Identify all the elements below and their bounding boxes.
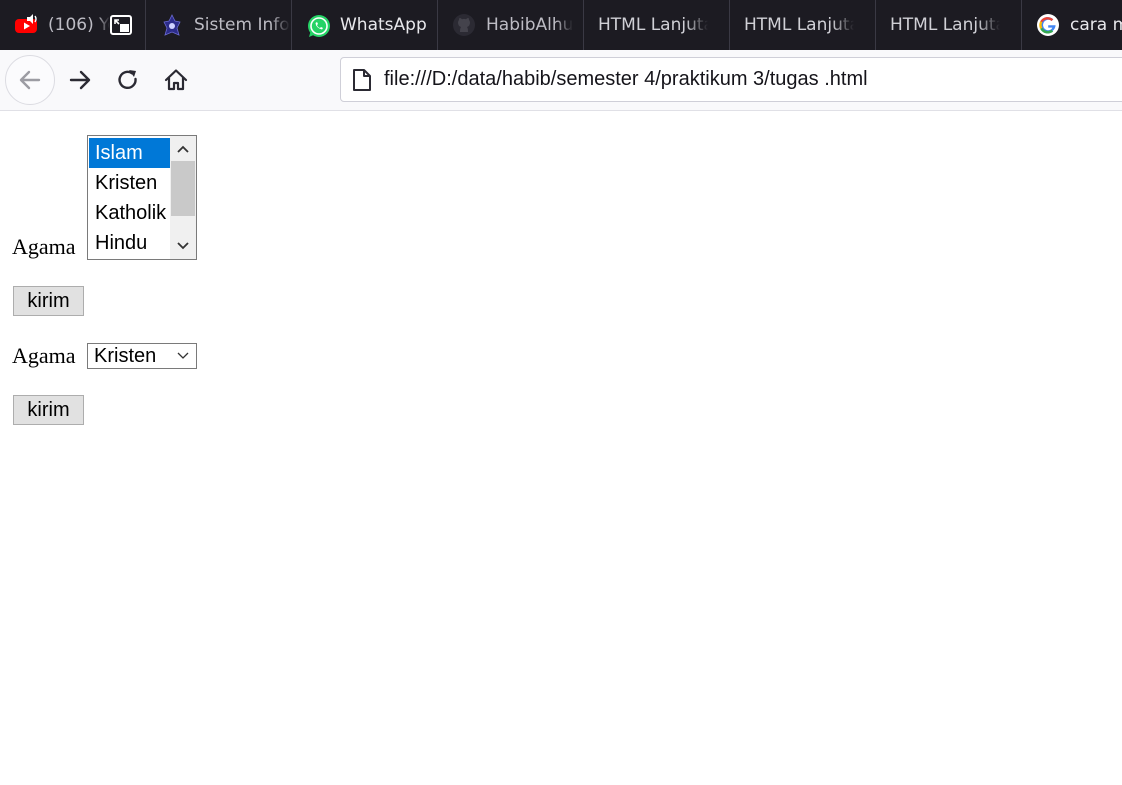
navigation-toolbar: file:///D:/data/habib/semester 4/praktik… — [0, 50, 1122, 111]
tab-title: Sistem Info — [194, 15, 290, 35]
tab-title: HTML Lanjutan — [890, 15, 1000, 35]
google-icon — [1036, 13, 1060, 37]
tab-whatsapp[interactable]: WhatsApp — [292, 0, 438, 50]
scrollbar-thumb[interactable] — [171, 161, 195, 216]
reload-icon — [118, 70, 137, 90]
tab-title: WhatsApp — [340, 15, 427, 35]
tab-html-lanjutan-1[interactable]: HTML Lanjutan — [584, 0, 730, 50]
tab-title: HTML Lanjutan — [744, 15, 854, 35]
address-bar[interactable]: file:///D:/data/habib/semester 4/praktik… — [340, 57, 1122, 102]
kirim-button-1[interactable]: kirim — [13, 286, 84, 316]
picture-in-picture-icon[interactable] — [110, 15, 132, 35]
agama-listbox[interactable]: Islam Kristen Katholik Hindu — [87, 135, 197, 260]
agama-label: Agama — [12, 343, 76, 368]
scroll-down-arrow-icon[interactable] — [170, 235, 196, 257]
option-islam[interactable]: Islam — [89, 138, 171, 168]
tab-github[interactable]: HabibAlhu — [438, 0, 584, 50]
tab-title: HTML Lanjutan — [598, 15, 708, 35]
home-button[interactable] — [151, 55, 201, 105]
tab-title: cara m — [1070, 15, 1122, 35]
url-text: file:///D:/data/habib/semester 4/praktik… — [384, 68, 868, 90]
chevron-down-icon — [177, 352, 189, 359]
option-hindu[interactable]: Hindu — [89, 228, 171, 258]
back-button[interactable] — [5, 55, 55, 105]
tab-title: (106) Yo — [48, 15, 110, 35]
page-content: Agama Islam Kristen Katholik Hindu kirim… — [0, 111, 1122, 785]
agama-label: Agama — [12, 234, 76, 259]
university-logo-icon — [160, 13, 184, 37]
tab-google[interactable]: cara m — [1022, 0, 1122, 50]
home-icon — [164, 69, 188, 91]
option-katholik[interactable]: Katholik — [89, 198, 171, 228]
tab-html-lanjutan-2[interactable]: HTML Lanjutan — [730, 0, 876, 50]
whatsapp-icon — [306, 13, 330, 37]
dropdown-value: Kristen — [94, 344, 157, 367]
kirim-button-2[interactable]: kirim — [13, 395, 84, 425]
tab-strip: (106) Yo Sistem Info WhatsA — [0, 0, 1122, 50]
github-icon — [452, 13, 476, 37]
arrow-left-icon — [19, 70, 41, 90]
option-kristen[interactable]: Kristen — [89, 168, 171, 198]
listbox-scrollbar[interactable] — [170, 136, 196, 259]
agama-dropdown[interactable]: Kristen — [87, 343, 197, 369]
tab-html-lanjutan-3[interactable]: HTML Lanjutan — [876, 0, 1022, 50]
tab-title: HabibAlhu — [486, 15, 574, 35]
forward-button[interactable] — [55, 55, 105, 105]
scroll-up-arrow-icon[interactable] — [170, 138, 196, 160]
tab-sistem-info[interactable]: Sistem Info — [146, 0, 292, 50]
arrow-right-icon — [69, 70, 91, 90]
reload-button[interactable] — [103, 55, 153, 105]
tab-youtube[interactable]: (106) Yo — [0, 0, 146, 50]
youtube-icon — [14, 13, 38, 37]
file-icon — [353, 68, 371, 91]
